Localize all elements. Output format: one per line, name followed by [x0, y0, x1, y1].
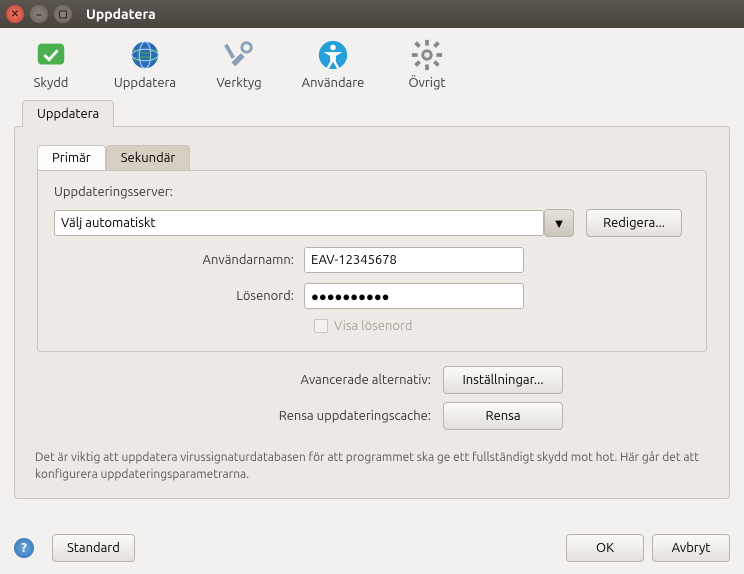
clear-cache-button[interactable]: Rensa	[443, 402, 563, 430]
toolbar-other[interactable]: Övrigt	[392, 38, 462, 90]
cancel-button[interactable]: Avbryt	[652, 534, 730, 562]
button-label: OK	[596, 541, 614, 555]
tools-icon	[222, 38, 256, 72]
window-minimize-button[interactable]: –	[30, 5, 48, 23]
primary-panel: Uppdateringsserver: ▼ Redigera... Använd…	[37, 170, 707, 352]
button-label: Inställningar...	[462, 373, 543, 387]
description-text: Det är viktig att uppdatera virussignatu…	[15, 444, 729, 498]
tab-label: Primär	[52, 151, 91, 165]
tab-secondary[interactable]: Sekundär	[106, 145, 191, 170]
toolbar-update[interactable]: Uppdatera	[110, 38, 180, 90]
checkbox-icon	[314, 319, 328, 333]
shield-check-icon	[34, 38, 68, 72]
tab-label: Uppdatera	[37, 107, 99, 121]
button-label: Standard	[67, 541, 120, 555]
tab-primary[interactable]: Primär	[37, 145, 106, 170]
toolbar-users[interactable]: Användare	[298, 38, 368, 90]
toolbar-label: Övrigt	[408, 76, 445, 90]
chevron-down-icon: ▼	[553, 217, 566, 231]
server-dropdown-button[interactable]: ▼	[544, 209, 574, 237]
advanced-options-label: Avancerade alternativ:	[181, 373, 431, 387]
help-button[interactable]: ?	[14, 538, 34, 558]
toolbar-label: Verktyg	[216, 76, 261, 90]
username-input[interactable]	[304, 247, 524, 273]
toolbar-label: Användare	[302, 76, 365, 90]
update-server-input[interactable]	[54, 210, 544, 236]
gear-icon	[410, 38, 444, 72]
tab-label: Sekundär	[121, 151, 176, 165]
tab-update[interactable]: Uppdatera	[22, 100, 114, 127]
button-label: Rensa	[486, 409, 521, 423]
password-input[interactable]	[304, 283, 524, 309]
server-label: Uppdateringsserver:	[54, 185, 690, 199]
window-close-button[interactable]: ✕	[6, 5, 24, 23]
toolbar-label: Uppdatera	[114, 76, 176, 90]
dialog-button-bar: ? Standard OK Avbryt	[14, 534, 730, 562]
title-bar: ✕ – ▢ Uppdatera	[0, 0, 744, 28]
username-label: Användarnamn:	[54, 253, 304, 267]
clear-cache-label: Rensa uppdateringscache:	[181, 409, 431, 423]
outer-tab-panel: Primär Sekundär Uppdateringsserver: ▼ Re…	[14, 126, 730, 499]
password-label: Lösenord:	[54, 289, 304, 303]
settings-button[interactable]: Inställningar...	[443, 366, 563, 394]
globe-icon	[128, 38, 162, 72]
accessibility-icon	[316, 38, 350, 72]
checkbox-label: Visa lösenord	[334, 319, 413, 333]
toolbar-protection[interactable]: Skydd	[16, 38, 86, 90]
show-password-checkbox: Visa lösenord	[314, 319, 690, 333]
button-label: Avbryt	[672, 541, 711, 555]
button-label: Redigera...	[603, 216, 665, 230]
default-button[interactable]: Standard	[52, 534, 135, 562]
ok-button[interactable]: OK	[566, 534, 644, 562]
toolbar-label: Skydd	[34, 76, 69, 90]
main-toolbar: Skydd Uppdatera Verktyg Användare Övrigt	[0, 28, 744, 96]
toolbar-tools[interactable]: Verktyg	[204, 38, 274, 90]
window-maximize-button[interactable]: ▢	[54, 5, 72, 23]
window-title: Uppdatera	[86, 6, 156, 22]
edit-server-button[interactable]: Redigera...	[586, 209, 682, 237]
help-icon: ?	[21, 541, 27, 555]
